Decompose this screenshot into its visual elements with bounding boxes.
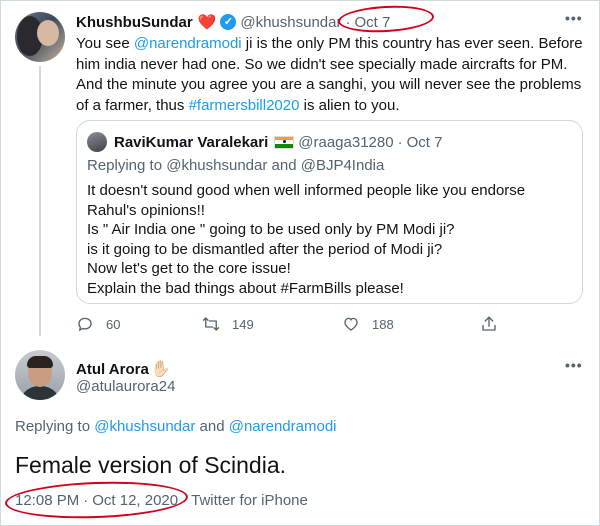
retweet-button[interactable]: 149 bbox=[202, 312, 254, 336]
avatar-atul[interactable] bbox=[15, 350, 65, 400]
replying-and: and bbox=[267, 157, 301, 174]
text-line: Explain the bad things about #FarmBills … bbox=[87, 279, 404, 297]
tweet1-action-bar: 60 149 188 bbox=[76, 312, 506, 336]
replying-prefix: Replying to bbox=[87, 157, 167, 174]
author-name-text: Atul Arora bbox=[76, 360, 149, 378]
author-handle[interactable]: @khushsundar bbox=[240, 14, 341, 31]
text-segment: You see bbox=[76, 35, 134, 52]
text-segment: of a farmer, thus bbox=[76, 96, 189, 114]
thread-connector-line bbox=[39, 66, 41, 336]
separator-dot: · bbox=[397, 133, 403, 151]
more-options-icon[interactable]: ••• bbox=[565, 10, 583, 26]
reply-count: 60 bbox=[106, 316, 121, 332]
quoted-tweet-text: It doesn't sound good when well informed… bbox=[87, 181, 577, 299]
quoted-replying-to: Replying to @khushsundar and @BJP4India bbox=[87, 157, 384, 174]
share-button[interactable] bbox=[480, 312, 510, 336]
author-name[interactable]: KhushbuSundar bbox=[76, 14, 193, 31]
tweet-source: Twitter for iPhone bbox=[191, 492, 308, 509]
replying-and: and bbox=[195, 418, 229, 435]
quoted-tweet-header: RaviKumar Varalekari @raaga31280 · Oct 7 bbox=[114, 132, 442, 152]
avatar-khushbu[interactable] bbox=[15, 12, 65, 62]
like-button[interactable]: 188 bbox=[342, 312, 394, 336]
text-segment: is alien to you. bbox=[299, 96, 400, 114]
quoted-tweet-card[interactable]: RaviKumar Varalekari @raaga31280 · Oct 7… bbox=[76, 120, 583, 304]
retweet-icon bbox=[202, 317, 220, 331]
verified-badge-icon: ✓ bbox=[220, 14, 237, 30]
quoted-author-handle: @raaga31280 bbox=[298, 133, 394, 151]
text-line: Is " Air India one " going to be used on… bbox=[87, 221, 455, 239]
text-line: And the minute you agree you are a sangh… bbox=[76, 76, 582, 93]
like-count: 188 bbox=[372, 316, 394, 332]
author-handle[interactable]: @atulaurora24 bbox=[76, 378, 175, 395]
mention-link[interactable]: @narendramodi bbox=[134, 35, 242, 52]
text-line: It doesn't sound good when well informed… bbox=[87, 182, 526, 199]
heart-outline-icon bbox=[344, 317, 358, 331]
author-name[interactable]: Atul Arora ✋🏻 bbox=[76, 359, 171, 379]
india-flag-icon bbox=[274, 135, 295, 149]
heart-icon: ❤️ bbox=[197, 14, 217, 31]
quoted-tweet-date: Oct 7 bbox=[406, 133, 443, 151]
quoted-author-name: RaviKumar Varalekari bbox=[114, 133, 269, 151]
replying-user: @khushsundar bbox=[166, 157, 268, 174]
replying-to: Replying to @khushsundar and @narendramo… bbox=[15, 418, 337, 435]
text-line: Rahul's opinions!! bbox=[87, 201, 205, 219]
reply-icon bbox=[78, 317, 92, 332]
text-segment: ji is the only PM this country has ever … bbox=[241, 35, 583, 52]
replying-prefix: Replying to bbox=[15, 418, 95, 435]
raised-hand-icon: ✋🏻 bbox=[150, 361, 171, 378]
hashtag-link[interactable]: #farmersbill2020 bbox=[189, 97, 300, 114]
retweet-count: 149 bbox=[232, 316, 254, 332]
mention-link[interactable]: @narendramodi bbox=[229, 418, 337, 435]
mention-link[interactable]: @khushsundar bbox=[94, 418, 195, 435]
reply-button[interactable]: 60 bbox=[76, 312, 120, 336]
tweet1-text: You see @narendramodi ji is the only PM … bbox=[76, 34, 586, 116]
text-line: him india never had one. So we didn't se… bbox=[76, 55, 568, 73]
replying-user: @BJP4India bbox=[300, 157, 385, 174]
share-icon bbox=[482, 316, 496, 331]
avatar-ravikumar[interactable] bbox=[87, 132, 107, 152]
text-line: Now let's get to the core issue! bbox=[87, 260, 291, 278]
more-options-icon[interactable]: ••• bbox=[565, 357, 583, 373]
tweet2-text: Female version of Scindia. bbox=[15, 452, 287, 478]
text-line: is it going to be dismantled after the p… bbox=[87, 240, 443, 258]
